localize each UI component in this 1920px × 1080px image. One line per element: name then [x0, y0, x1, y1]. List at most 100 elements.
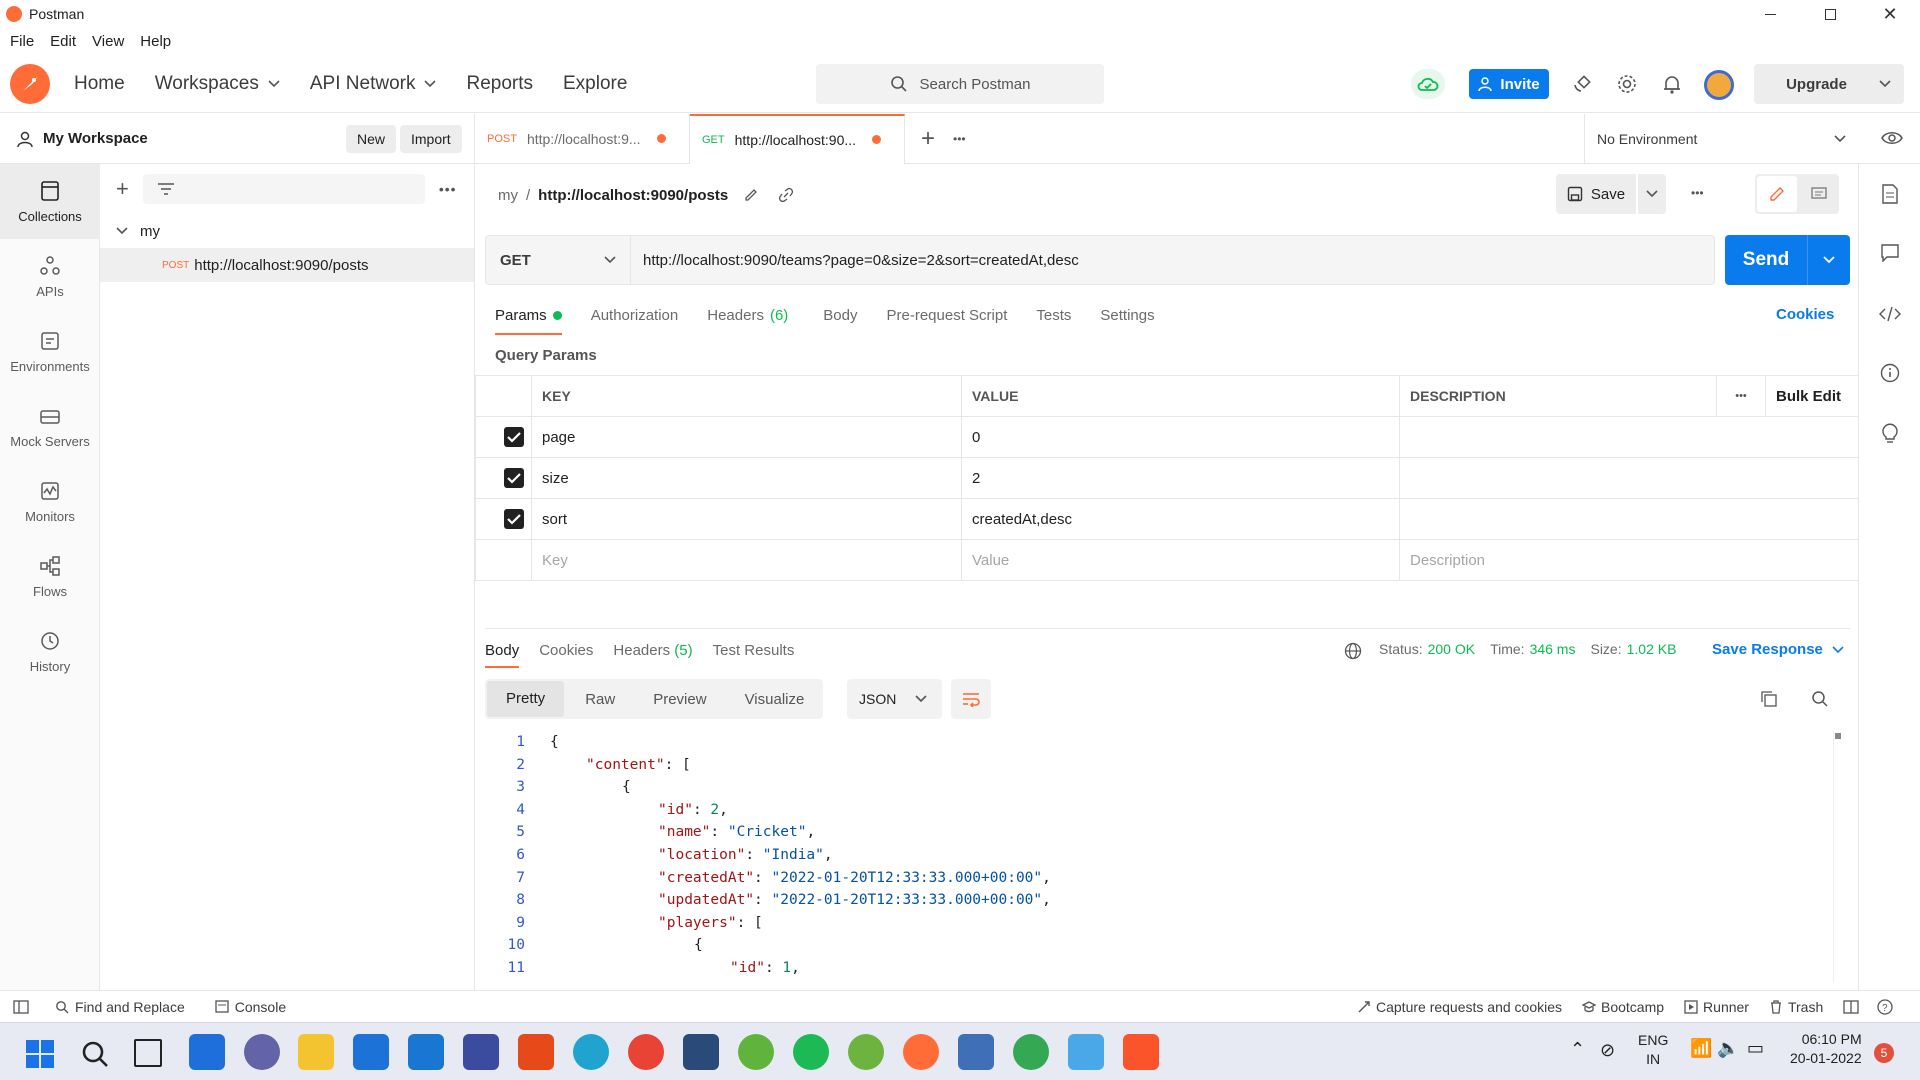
request-name[interactable]: http://localhost:9090/posts [538, 187, 728, 204]
sidebar-item-flows[interactable]: Flows [0, 539, 100, 614]
new-tab-button[interactable]: + [921, 125, 935, 153]
volume-icon[interactable]: 🔈 [1717, 1038, 1739, 1059]
chevron-up-icon[interactable]: ⌃ [1570, 1039, 1585, 1060]
filter-input[interactable] [142, 174, 425, 204]
documentation-icon[interactable] [1881, 184, 1899, 204]
code-icon[interactable] [1879, 306, 1901, 322]
format-select[interactable]: JSON [847, 679, 942, 719]
avatar[interactable] [1704, 70, 1734, 100]
nav-explore[interactable]: Explore [563, 73, 627, 95]
upgrade-button[interactable]: Upgrade [1754, 64, 1904, 104]
import-button[interactable]: Import [400, 125, 462, 153]
close-window-button[interactable]: ✕ [1860, 0, 1920, 28]
postman-app-logo[interactable] [10, 63, 50, 104]
minimize-button[interactable] [1740, 0, 1800, 28]
nav-home[interactable]: Home [74, 73, 125, 95]
search-bar[interactable]: Search Postman [816, 64, 1104, 104]
menu-view[interactable]: View [92, 33, 124, 50]
eye-icon[interactable] [1881, 130, 1903, 146]
sidebar-item-collections[interactable]: Collections [0, 164, 100, 239]
key-placeholder[interactable]: Key [531, 539, 962, 581]
app-l-icon[interactable] [408, 1034, 444, 1070]
app-blue-icon[interactable] [463, 1034, 499, 1070]
console-button[interactable]: Console [215, 999, 286, 1015]
save-response-button[interactable]: Save Response [1712, 641, 1844, 658]
nav-workspaces[interactable]: Workspaces [155, 73, 280, 95]
menu-help[interactable]: Help [140, 33, 171, 50]
spring-icon[interactable] [848, 1034, 884, 1070]
view-raw[interactable]: Raw [566, 691, 634, 708]
chrome-profile-icon[interactable] [1013, 1034, 1049, 1070]
param-checkbox[interactable] [504, 427, 524, 447]
param-description[interactable] [1399, 457, 1859, 499]
link-icon[interactable] [778, 188, 794, 202]
globe-icon[interactable] [1344, 642, 1362, 660]
wrap-lines-button[interactable] [951, 679, 991, 719]
param-value[interactable]: 2 [961, 457, 1400, 499]
tab-headers[interactable]: Headers [707, 307, 764, 324]
satellite-icon[interactable] [1571, 73, 1593, 95]
tab-more-icon[interactable]: ••• [953, 132, 966, 146]
gear-icon[interactable] [1616, 73, 1638, 95]
teams-icon[interactable] [244, 1034, 280, 1070]
tab-pre-request-script[interactable]: Pre-request Script [887, 307, 1008, 324]
invite-button[interactable]: Invite [1469, 69, 1549, 99]
postman-taskbar-icon[interactable] [903, 1034, 939, 1070]
workspace-name[interactable]: My Workspace [43, 130, 148, 147]
value-placeholder[interactable]: Value [961, 539, 1400, 581]
view-pretty[interactable]: Pretty [487, 681, 565, 717]
add-collection-icon[interactable]: + [116, 176, 129, 202]
comments-icon[interactable] [1881, 244, 1899, 262]
resp-tab-headers[interactable]: Headers (5) [613, 642, 692, 659]
bulk-edit-link[interactable]: Bulk Edit [1765, 375, 1859, 417]
code-scrollbar[interactable] [1833, 731, 1841, 983]
trash-button[interactable]: Trash [1769, 999, 1823, 1015]
description-placeholder[interactable]: Description [1399, 539, 1859, 581]
param-value[interactable]: 0 [961, 416, 1400, 458]
params-more-icon[interactable]: ••• [1716, 375, 1766, 417]
wifi-icon[interactable]: 📶 [1690, 1038, 1712, 1059]
resp-tab-body[interactable]: Body [485, 642, 520, 668]
environment-selector[interactable]: No Environment [1584, 114, 1860, 164]
edit-pencil-icon[interactable] [744, 188, 758, 202]
brave-icon[interactable] [1123, 1034, 1159, 1070]
capture-button[interactable]: Capture requests and cookies [1357, 999, 1562, 1015]
task-view-icon[interactable] [134, 1039, 162, 1067]
lightbulb-icon[interactable] [1881, 422, 1899, 444]
response-code-viewer[interactable]: 1{2 "content": [3{4 "id": 2, 5 "name": "Cric… [495, 731, 1835, 983]
widgets-icon[interactable] [189, 1034, 225, 1070]
network-off-icon[interactable]: ⊘ [1600, 1040, 1615, 1061]
layout-icon[interactable] [1843, 1000, 1859, 1014]
menu-file[interactable]: File [10, 33, 34, 50]
sidebar-item-monitors[interactable]: Monitors [0, 464, 100, 539]
cookies-link[interactable]: Cookies [1776, 306, 1834, 323]
office-icon[interactable] [518, 1034, 554, 1070]
toggle-sidebar-icon[interactable] [13, 999, 29, 1014]
notification-badge[interactable]: 5 [1874, 1043, 1894, 1063]
mail-icon[interactable] [353, 1034, 389, 1070]
bootcamp-button[interactable]: Bootcamp [1582, 999, 1664, 1015]
search-icon[interactable] [1811, 690, 1829, 708]
tab-authorization[interactable]: Authorization [591, 307, 679, 324]
spotify-icon[interactable] [793, 1034, 829, 1070]
battery-icon[interactable]: ▭ [1747, 1038, 1764, 1059]
file-explorer-icon[interactable] [298, 1034, 334, 1070]
info-icon[interactable] [1880, 363, 1900, 383]
tab-params[interactable]: Params [495, 307, 562, 335]
view-preview[interactable]: Preview [634, 691, 725, 708]
size-value[interactable]: 1.02 KB [1627, 641, 1677, 657]
param-description[interactable] [1399, 416, 1859, 458]
utorrent-icon[interactable] [738, 1034, 774, 1070]
sidebar-item-mock-servers[interactable]: Mock Servers [0, 389, 100, 464]
tab-tests[interactable]: Tests [1036, 307, 1071, 324]
time-value[interactable]: 346 ms [1530, 641, 1576, 657]
param-description[interactable] [1399, 498, 1859, 540]
copy-icon[interactable] [1760, 690, 1778, 708]
save-dropdown-button[interactable] [1638, 174, 1666, 214]
restore-button[interactable] [1800, 0, 1860, 28]
param-key[interactable]: page [531, 416, 962, 458]
request-tab-1[interactable]: POST http://localhost:9... [475, 113, 690, 164]
more-options-icon[interactable]: ••• [439, 181, 457, 197]
sidebar-item-environments[interactable]: Environments [0, 314, 100, 389]
docs-view-button[interactable] [1799, 176, 1839, 212]
